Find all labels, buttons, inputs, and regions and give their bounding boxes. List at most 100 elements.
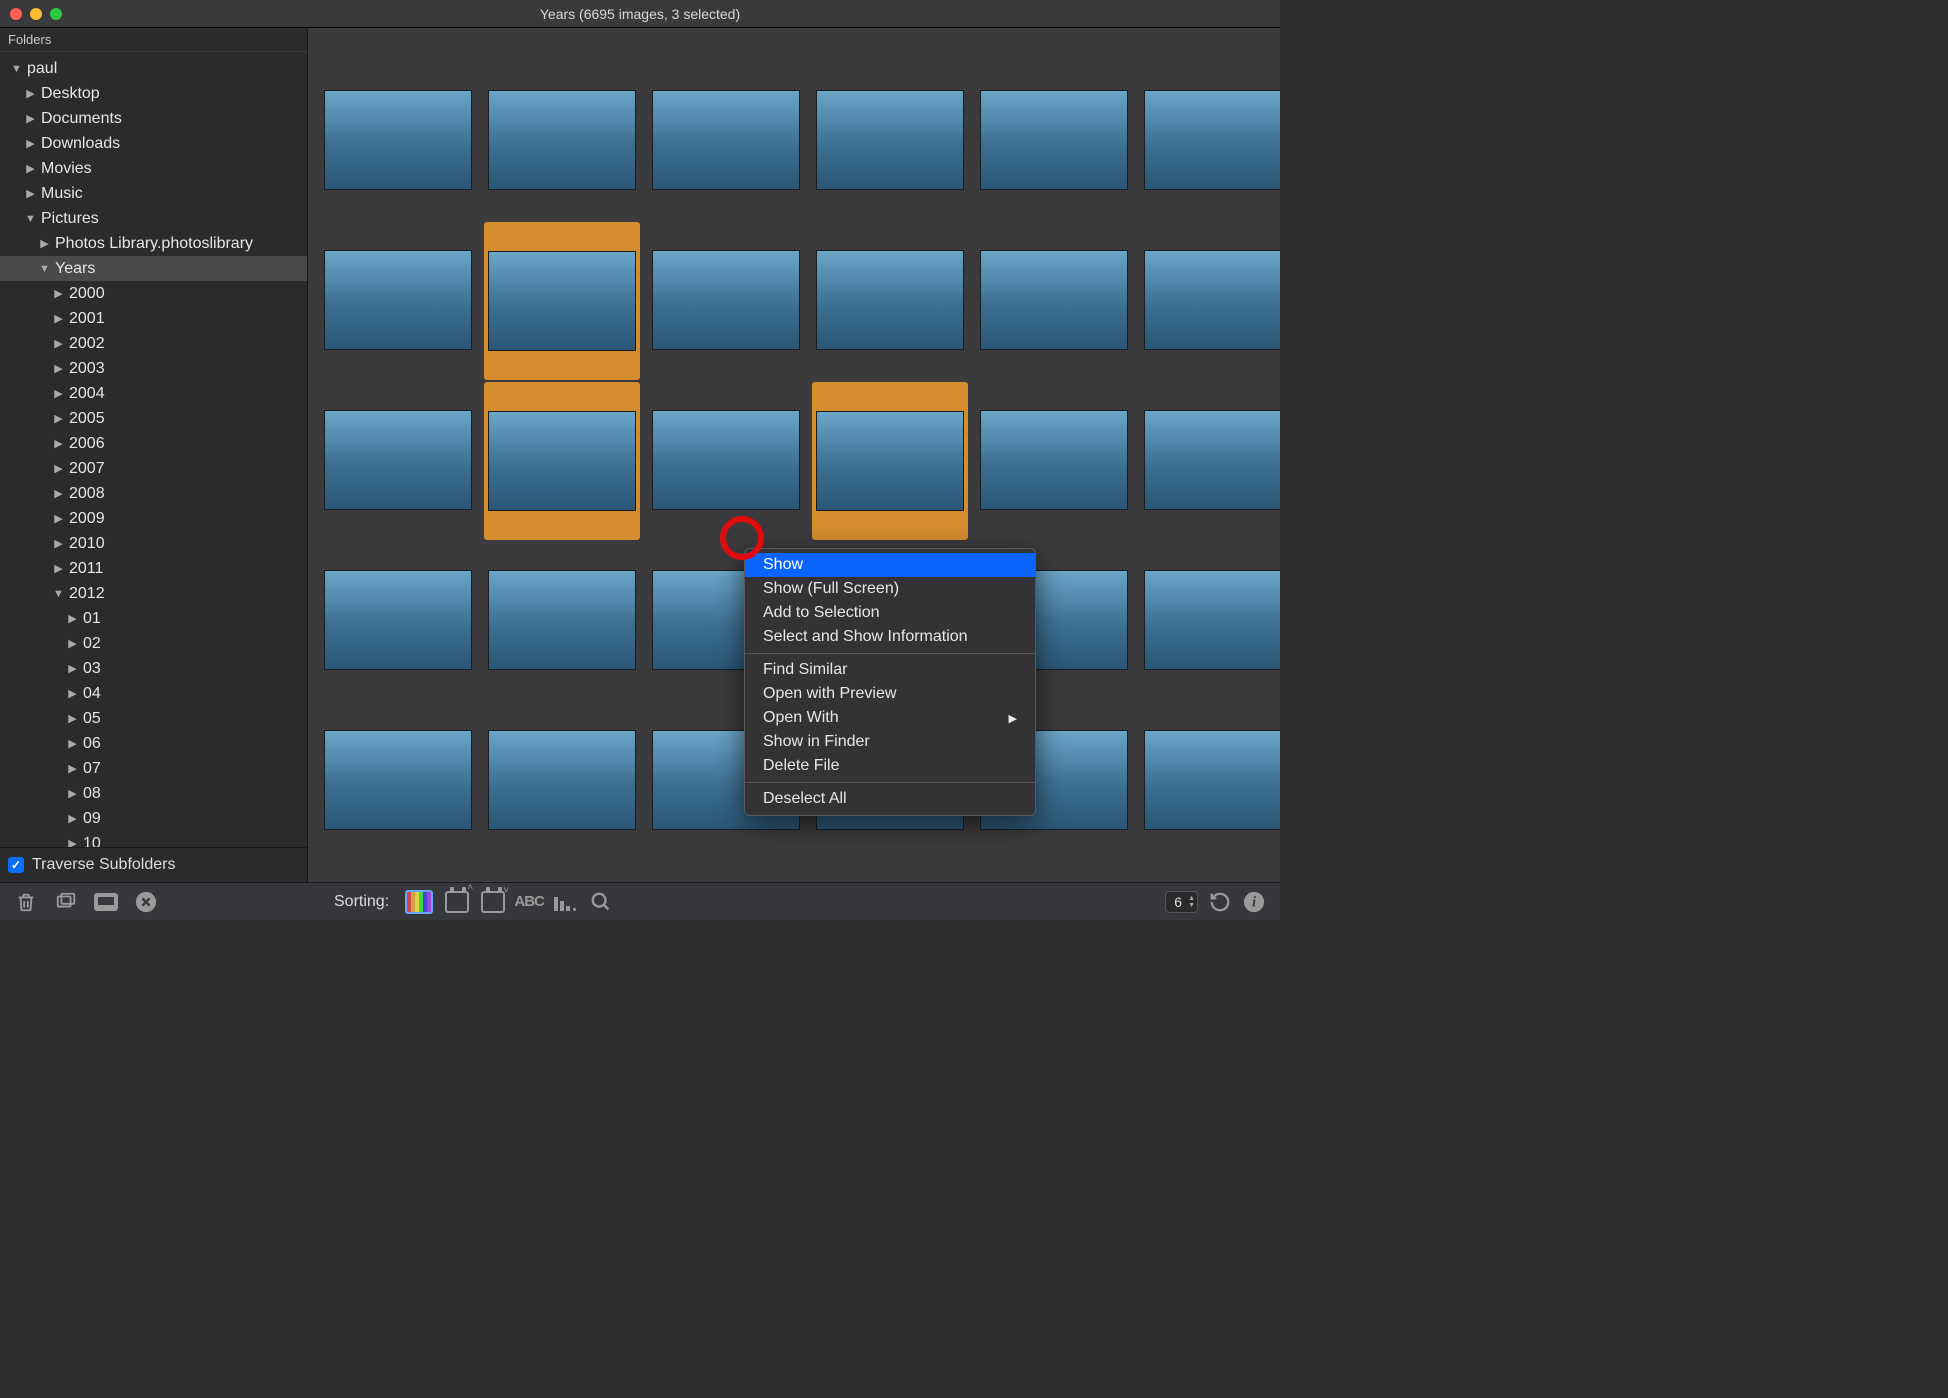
thumbnail[interactable] bbox=[488, 90, 636, 190]
stepper-down-icon[interactable]: ▼ bbox=[1188, 902, 1195, 909]
disclosure-right-icon[interactable]: ▶ bbox=[52, 437, 65, 450]
sort-by-similarity-icon[interactable] bbox=[405, 890, 433, 914]
disclosure-down-icon[interactable]: ▼ bbox=[38, 263, 51, 275]
disclosure-right-icon[interactable]: ▶ bbox=[52, 312, 65, 325]
info-icon[interactable]: i bbox=[1242, 890, 1266, 914]
thumbnail[interactable] bbox=[324, 410, 472, 510]
folder-item[interactable]: ▶2008 bbox=[0, 481, 307, 506]
thumbnail[interactable] bbox=[324, 250, 472, 350]
thumbnail-size-stepper[interactable]: 6 ▲▼ bbox=[1165, 891, 1198, 913]
stack-icon[interactable] bbox=[54, 890, 78, 914]
folder-item[interactable]: ▶2010 bbox=[0, 531, 307, 556]
menu-item[interactable]: Show (Full Screen) bbox=[745, 577, 1035, 601]
thumbnail[interactable] bbox=[488, 570, 636, 670]
disclosure-right-icon[interactable]: ▶ bbox=[66, 737, 79, 750]
folder-item[interactable]: ▶07 bbox=[0, 756, 307, 781]
folder-item[interactable]: ▶Downloads bbox=[0, 131, 307, 156]
folder-item[interactable]: ▼Years bbox=[0, 256, 307, 281]
disclosure-right-icon[interactable]: ▶ bbox=[66, 687, 79, 700]
folder-item[interactable]: ▶Desktop bbox=[0, 81, 307, 106]
folder-item[interactable]: ▶2009 bbox=[0, 506, 307, 531]
thumbnail[interactable] bbox=[816, 411, 964, 511]
folder-item[interactable]: ▶2002 bbox=[0, 331, 307, 356]
folder-item[interactable]: ▶Photos Library.photoslibrary bbox=[0, 231, 307, 256]
folder-item[interactable]: ▶2001 bbox=[0, 306, 307, 331]
disclosure-right-icon[interactable]: ▶ bbox=[52, 287, 65, 300]
folder-item[interactable]: ▶01 bbox=[0, 606, 307, 631]
thumbnail[interactable] bbox=[488, 411, 636, 511]
thumbnail[interactable] bbox=[980, 90, 1128, 190]
cancel-icon[interactable] bbox=[134, 890, 158, 914]
folder-item[interactable]: ▶Documents bbox=[0, 106, 307, 131]
sort-date-desc-icon[interactable]: ˅ bbox=[481, 890, 505, 914]
traverse-subfolders-checkbox[interactable]: ✓ bbox=[8, 857, 24, 873]
menu-item[interactable]: Add to Selection bbox=[745, 601, 1035, 625]
disclosure-right-icon[interactable]: ▶ bbox=[66, 637, 79, 650]
thumbnail[interactable] bbox=[980, 250, 1128, 350]
disclosure-right-icon[interactable]: ▶ bbox=[52, 512, 65, 525]
thumbnail[interactable] bbox=[816, 250, 964, 350]
folder-item[interactable]: ▶2007 bbox=[0, 456, 307, 481]
context-menu[interactable]: ShowShow (Full Screen)Add to SelectionSe… bbox=[744, 548, 1036, 816]
disclosure-right-icon[interactable]: ▶ bbox=[66, 662, 79, 675]
folder-item[interactable]: ▶04 bbox=[0, 681, 307, 706]
disclosure-right-icon[interactable]: ▶ bbox=[52, 362, 65, 375]
thumbnail-selected[interactable] bbox=[484, 222, 640, 380]
thumbnail[interactable] bbox=[980, 410, 1128, 510]
disclosure-right-icon[interactable]: ▶ bbox=[52, 537, 65, 550]
disclosure-right-icon[interactable]: ▶ bbox=[66, 762, 79, 775]
thumbnail[interactable] bbox=[1144, 410, 1280, 510]
thumbnail[interactable] bbox=[488, 730, 636, 830]
thumbnail[interactable] bbox=[816, 90, 964, 190]
menu-item[interactable]: Delete File bbox=[745, 754, 1035, 778]
screen-icon[interactable] bbox=[94, 890, 118, 914]
thumbnail[interactable] bbox=[1144, 250, 1280, 350]
disclosure-right-icon[interactable]: ▶ bbox=[52, 562, 65, 575]
disclosure-right-icon[interactable]: ▶ bbox=[52, 487, 65, 500]
folder-item[interactable]: ▼2012 bbox=[0, 581, 307, 606]
folder-item[interactable]: ▶06 bbox=[0, 731, 307, 756]
disclosure-down-icon[interactable]: ▼ bbox=[24, 213, 37, 225]
menu-item[interactable]: Show bbox=[745, 553, 1035, 577]
folder-item[interactable]: ▶2005 bbox=[0, 406, 307, 431]
folder-item[interactable]: ▶08 bbox=[0, 781, 307, 806]
thumbnail[interactable] bbox=[488, 251, 636, 351]
folder-item[interactable]: ▶2003 bbox=[0, 356, 307, 381]
disclosure-right-icon[interactable]: ▶ bbox=[24, 187, 37, 200]
disclosure-right-icon[interactable]: ▶ bbox=[66, 837, 79, 847]
thumbnail[interactable] bbox=[652, 250, 800, 350]
thumbnail[interactable] bbox=[324, 730, 472, 830]
sort-alpha-icon[interactable]: ABC bbox=[517, 890, 541, 914]
stepper-up-icon[interactable]: ▲ bbox=[1188, 895, 1195, 902]
menu-item[interactable]: Find Similar bbox=[745, 658, 1035, 682]
search-icon[interactable] bbox=[589, 890, 613, 914]
disclosure-down-icon[interactable]: ▼ bbox=[10, 63, 23, 75]
thumbnail[interactable] bbox=[324, 90, 472, 190]
menu-item[interactable]: Open With▶ bbox=[745, 706, 1035, 730]
refresh-icon[interactable] bbox=[1208, 890, 1232, 914]
trash-icon[interactable] bbox=[14, 890, 38, 914]
sort-rating-icon[interactable] bbox=[553, 890, 577, 914]
disclosure-right-icon[interactable]: ▶ bbox=[24, 162, 37, 175]
folder-item[interactable]: ▶03 bbox=[0, 656, 307, 681]
disclosure-right-icon[interactable]: ▶ bbox=[66, 612, 79, 625]
folder-item[interactable]: ▶09 bbox=[0, 806, 307, 831]
thumbnail[interactable] bbox=[324, 570, 472, 670]
folder-item[interactable]: ▶10 bbox=[0, 831, 307, 847]
folder-item[interactable]: ▶02 bbox=[0, 631, 307, 656]
minimize-window-button[interactable] bbox=[30, 8, 42, 20]
disclosure-right-icon[interactable]: ▶ bbox=[24, 87, 37, 100]
folder-item[interactable]: ▶2006 bbox=[0, 431, 307, 456]
close-window-button[interactable] bbox=[10, 8, 22, 20]
folder-item[interactable]: ▶2011 bbox=[0, 556, 307, 581]
disclosure-right-icon[interactable]: ▶ bbox=[52, 387, 65, 400]
folder-item[interactable]: ▶2004 bbox=[0, 381, 307, 406]
menu-item[interactable]: Select and Show Information bbox=[745, 625, 1035, 649]
menu-item[interactable]: Deselect All bbox=[745, 787, 1035, 811]
sort-date-asc-icon[interactable]: ˄ bbox=[445, 890, 469, 914]
thumbnail-selected[interactable] bbox=[484, 382, 640, 540]
disclosure-right-icon[interactable]: ▶ bbox=[66, 812, 79, 825]
menu-item[interactable]: Show in Finder bbox=[745, 730, 1035, 754]
disclosure-right-icon[interactable]: ▶ bbox=[24, 112, 37, 125]
disclosure-right-icon[interactable]: ▶ bbox=[24, 137, 37, 150]
